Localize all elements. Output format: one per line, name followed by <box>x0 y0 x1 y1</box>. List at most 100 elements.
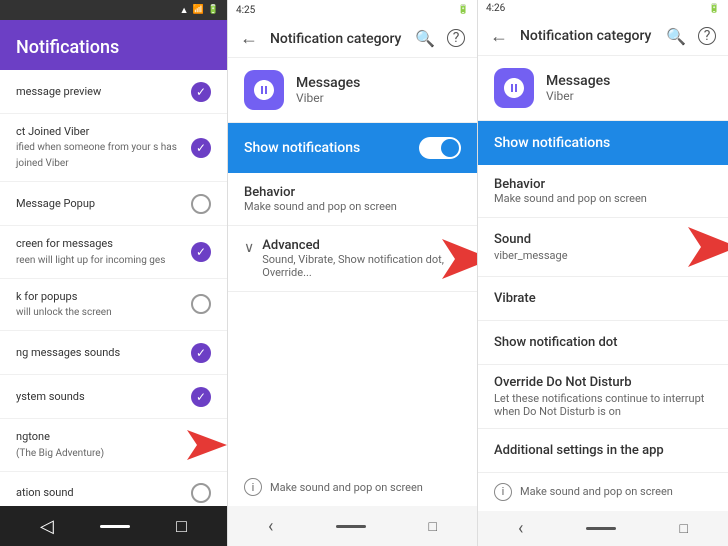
recents-nav-icon[interactable]: □ <box>176 516 187 537</box>
behavior-label-3: Behavior <box>494 177 712 192</box>
back-button-2[interactable]: ← <box>240 28 258 49</box>
list-item[interactable]: creen for messages reen will light up fo… <box>0 226 227 278</box>
app-info-3: Messages Viber <box>478 56 728 121</box>
list-item[interactable]: message preview ✓ <box>0 70 227 114</box>
status-icons-3: ▲ ▲ 🔋 <box>683 3 720 14</box>
toggle-off-icon[interactable] <box>191 483 211 503</box>
back-nav-icon[interactable]: ◁ <box>40 516 54 537</box>
home-nav-bar[interactable] <box>100 525 130 528</box>
list-item[interactable]: ng messages sounds ✓ <box>0 331 227 375</box>
home-bar-2[interactable] <box>336 525 366 528</box>
app-info-2: Messages Viber <box>228 58 477 123</box>
info-icon-3: i <box>494 483 512 501</box>
toggle-on-icon[interactable]: ✓ <box>191 82 211 102</box>
spacer-2 <box>228 292 477 468</box>
upload-icon-3: ▲ <box>683 3 692 14</box>
help-button-3[interactable]: ? <box>698 27 716 45</box>
nav-bar-3: ‹ □ <box>478 511 728 546</box>
item-label: creen for messages reen will light up fo… <box>16 236 191 267</box>
app-sub-2: Viber <box>296 91 360 105</box>
sound-row[interactable]: Sound viber_message <box>478 218 728 277</box>
nav-bar-2: ‹ □ <box>228 506 477 546</box>
show-notifications-row-2[interactable]: Show notifications <box>228 123 477 173</box>
status-bar-1: ▲ 📶 🔋 <box>0 0 227 20</box>
wifi-icon-2: ▲ <box>445 5 454 16</box>
toggle-knob-2 <box>441 139 459 157</box>
panel2-title: Notification category <box>270 31 401 47</box>
panel3-title: Notification category <box>520 28 651 44</box>
status-bar-2: 4:25 ▲ ▲ 🔋 <box>228 0 477 20</box>
behavior-sub-2: Make sound and pop on screen <box>244 200 461 213</box>
vibrate-row[interactable]: Vibrate <box>478 277 728 321</box>
list-item[interactable]: ystem sounds ✓ <box>0 375 227 419</box>
status-icons-1: ▲ 📶 🔋 <box>180 5 219 16</box>
additional-settings-row[interactable]: Additional settings in the app <box>478 429 728 473</box>
info-row-3: i Make sound and pop on screen <box>478 473 728 511</box>
status-icons-2: ▲ ▲ 🔋 <box>432 5 469 16</box>
back-nav-2[interactable]: ‹ <box>268 516 273 537</box>
panel2-topbar: ← Notification category 🔍 ? <box>228 20 477 58</box>
dnd-sub: Let these notifications continue to inte… <box>494 392 712 418</box>
info-text-2: Make sound and pop on screen <box>270 481 423 494</box>
info-icon-2: i <box>244 478 262 496</box>
list-item[interactable]: ation sound <box>0 472 227 506</box>
app-text-3: Messages Viber <box>546 73 610 103</box>
behavior-row-3[interactable]: Behavior Make sound and pop on screen <box>478 165 728 218</box>
advanced-row[interactable]: ∨ Advanced Sound, Vibrate, Show notifica… <box>228 226 477 292</box>
show-notifications-label-3: Show notifications <box>494 135 610 151</box>
item-label: Message Popup <box>16 196 191 211</box>
toggle-on-icon[interactable]: ✓ <box>191 138 211 158</box>
list-item[interactable]: ct Joined Viber ified when someone from … <box>0 114 227 182</box>
app-text-2: Messages Viber <box>296 75 360 105</box>
viber-icon-2 <box>244 70 284 110</box>
red-arrow-3 <box>673 222 728 272</box>
search-button-2[interactable]: 🔍 <box>415 29 435 48</box>
panel2-header-icons: 🔍 ? <box>415 29 465 48</box>
status-bar-3: 4:26 ▲ ▲ 🔋 <box>478 0 728 18</box>
wifi-icon-3: ▲ <box>696 3 705 14</box>
show-notifications-toggle-2[interactable] <box>419 137 461 159</box>
upload-icon-2: ▲ <box>432 5 441 16</box>
back-button-3[interactable]: ← <box>490 26 508 47</box>
panel3-topbar: ← Notification category 🔍 ? <box>478 18 728 56</box>
recents-nav-2[interactable]: □ <box>429 518 437 535</box>
notification-dot-row[interactable]: Show notification dot <box>478 321 728 365</box>
viber-icon-3 <box>494 68 534 108</box>
item-label: ngtone (The Big Adventure) <box>16 429 211 460</box>
app-sub-3: Viber <box>546 89 610 103</box>
additional-settings-label: Additional settings in the app <box>494 443 712 458</box>
list-item[interactable]: k for popups will unlock the screen <box>0 279 227 331</box>
nav-bar-1: ◁ □ <box>0 506 227 546</box>
panel3-header-left: ← Notification category <box>490 26 651 47</box>
list-item-ringtone[interactable]: ngtone (The Big Adventure) <box>0 419 227 471</box>
app-name-2: Messages <box>296 75 360 91</box>
time-2: 4:25 <box>236 5 255 16</box>
list-item[interactable]: Message Popup <box>0 182 227 226</box>
toggle-on-icon[interactable]: ✓ <box>191 242 211 262</box>
show-notifications-row-3[interactable]: Show notifications <box>478 121 728 165</box>
info-text-3: Make sound and pop on screen <box>520 485 673 498</box>
show-notifications-label-2: Show notifications <box>244 140 360 156</box>
battery-icon-3: 🔋 <box>709 4 720 14</box>
toggle-on-icon[interactable]: ✓ <box>191 343 211 363</box>
signal-icon: 📶 <box>193 5 204 15</box>
toggle-off-icon[interactable] <box>191 194 211 214</box>
panel3-header-icons: 🔍 ? <box>666 27 716 46</box>
notification-dot-label: Show notification dot <box>494 335 712 350</box>
battery-icon: 🔋 <box>208 5 219 15</box>
toggle-on-icon[interactable]: ✓ <box>191 387 211 407</box>
toggle-off-icon[interactable] <box>191 294 211 314</box>
app-name-3: Messages <box>546 73 610 89</box>
notifications-panel: ▲ 📶 🔋 Notifications message preview ✓ ct… <box>0 0 228 546</box>
home-bar-3[interactable] <box>586 527 616 530</box>
search-button-3[interactable]: 🔍 <box>666 27 686 46</box>
info-row-2: i Make sound and pop on screen <box>228 468 477 506</box>
help-button-2[interactable]: ? <box>447 29 465 47</box>
item-label: k for popups will unlock the screen <box>16 289 191 320</box>
recents-nav-3[interactable]: □ <box>680 520 688 537</box>
expand-icon: ∨ <box>244 240 254 256</box>
back-nav-3[interactable]: ‹ <box>518 518 523 539</box>
dnd-row[interactable]: Override Do Not Disturb Let these notifi… <box>478 365 728 429</box>
behavior-row-2[interactable]: Behavior Make sound and pop on screen <box>228 173 477 226</box>
item-label: ng messages sounds <box>16 345 191 360</box>
